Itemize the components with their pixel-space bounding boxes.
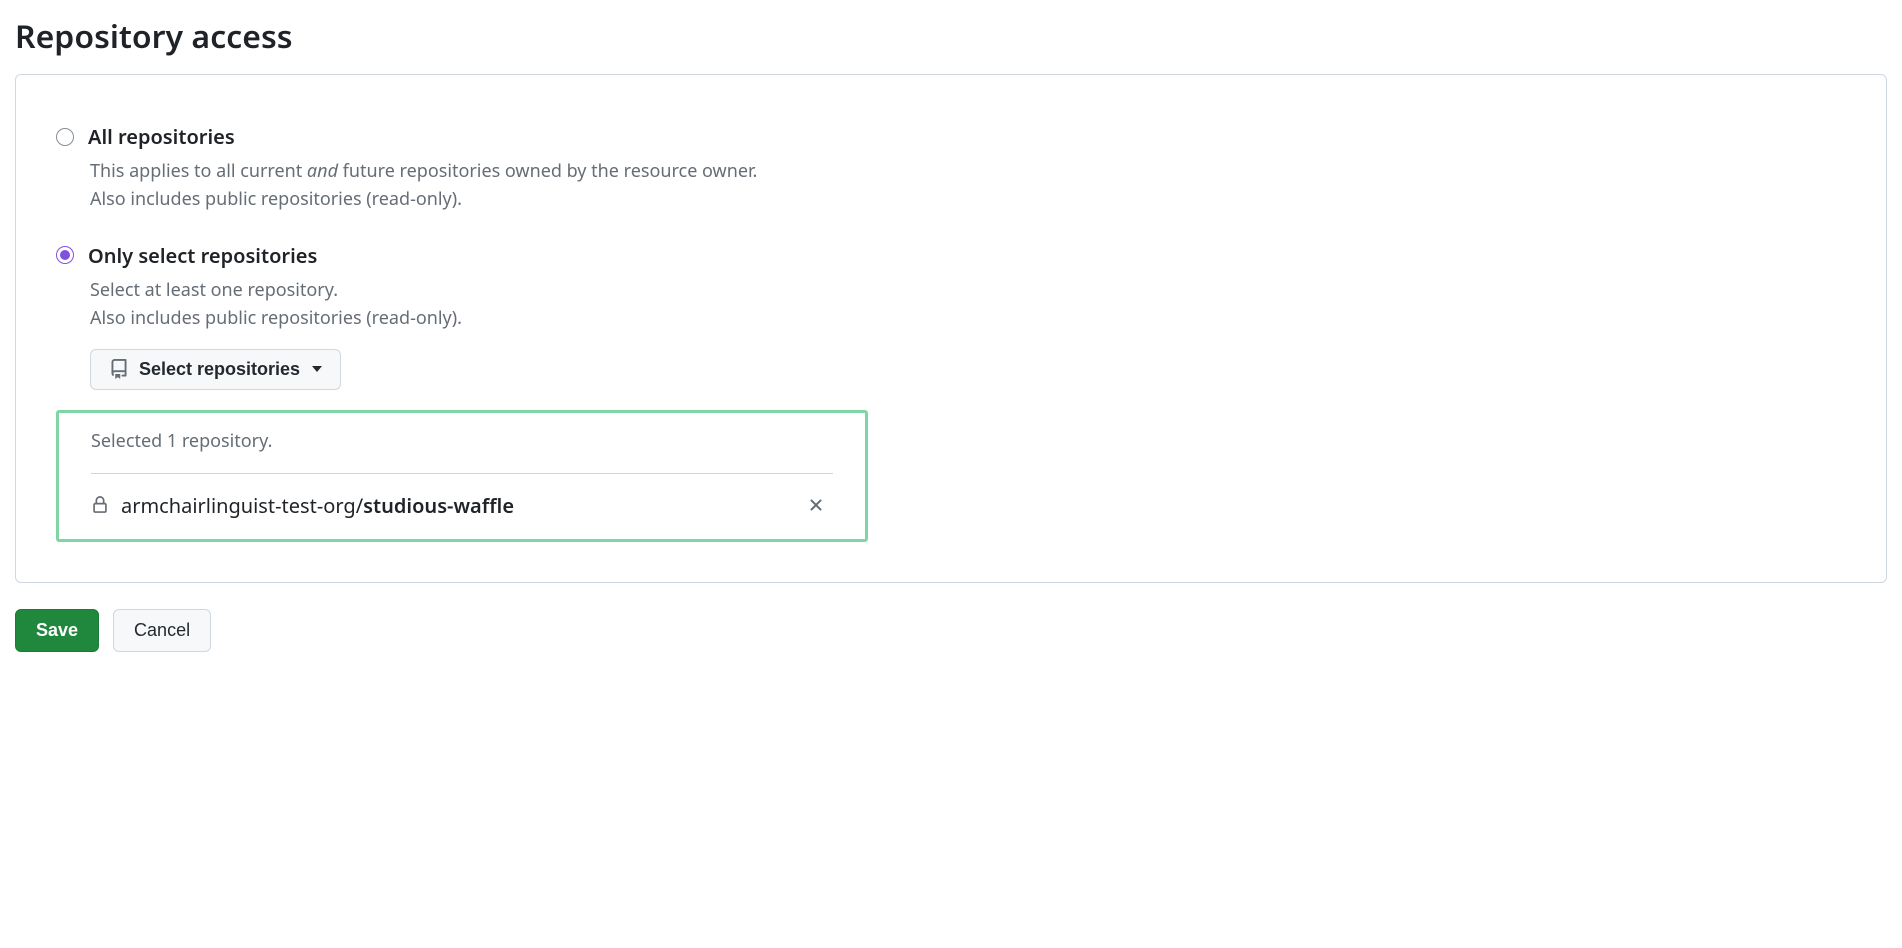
save-button[interactable]: Save (15, 609, 99, 652)
radio-selected-dot (60, 250, 70, 260)
remove-repo-button[interactable] (807, 496, 825, 514)
select-repositories-button-label: Select repositories (139, 359, 300, 380)
option-select-description: Select at least one repository. Also inc… (90, 277, 1846, 333)
selected-repo-owner: armchairlinguist-test-org/ (121, 492, 363, 519)
selected-repo-text: armchairlinguist-test-org/studious-waffl… (121, 492, 795, 519)
option-all-label: All repositories (88, 123, 235, 150)
all-desc-line2: Also includes public repositories (read-… (90, 187, 462, 211)
selected-repo-name: studious-waffle (363, 492, 514, 519)
lock-icon (91, 494, 109, 516)
option-select-repositories: Only select repositories Select at least… (56, 242, 1846, 542)
option-all-repositories: All repositories This applies to all cur… (56, 123, 1846, 214)
selected-repositories-box: Selected 1 repository. armchairlinguist-… (56, 410, 868, 542)
all-desc-line1-a: This applies to all current (90, 159, 307, 183)
cancel-button[interactable]: Cancel (113, 609, 211, 652)
select-desc-line2: Also includes public repositories (read-… (90, 306, 462, 330)
all-desc-line1-em: and (307, 159, 338, 183)
repository-access-panel: All repositories This applies to all cur… (15, 74, 1887, 583)
radio-all-repositories[interactable] (56, 128, 74, 146)
radio-select-repositories[interactable] (56, 246, 74, 264)
page-title: Repository access (15, 15, 1887, 58)
all-desc-line1-b: future repositories owned by the resourc… (338, 159, 757, 183)
option-select-label: Only select repositories (88, 242, 317, 269)
selected-repo-row: armchairlinguist-test-org/studious-waffl… (91, 492, 833, 519)
caret-down-icon (312, 366, 322, 372)
selected-separator (91, 473, 833, 474)
selected-summary: Selected 1 repository. (91, 429, 833, 453)
action-buttons-row: Save Cancel (15, 609, 1887, 652)
option-all-description: This applies to all current and future r… (90, 158, 1846, 214)
select-repositories-button[interactable]: Select repositories (90, 349, 341, 390)
select-desc-line1: Select at least one repository. (90, 278, 338, 302)
repo-icon (109, 359, 129, 379)
